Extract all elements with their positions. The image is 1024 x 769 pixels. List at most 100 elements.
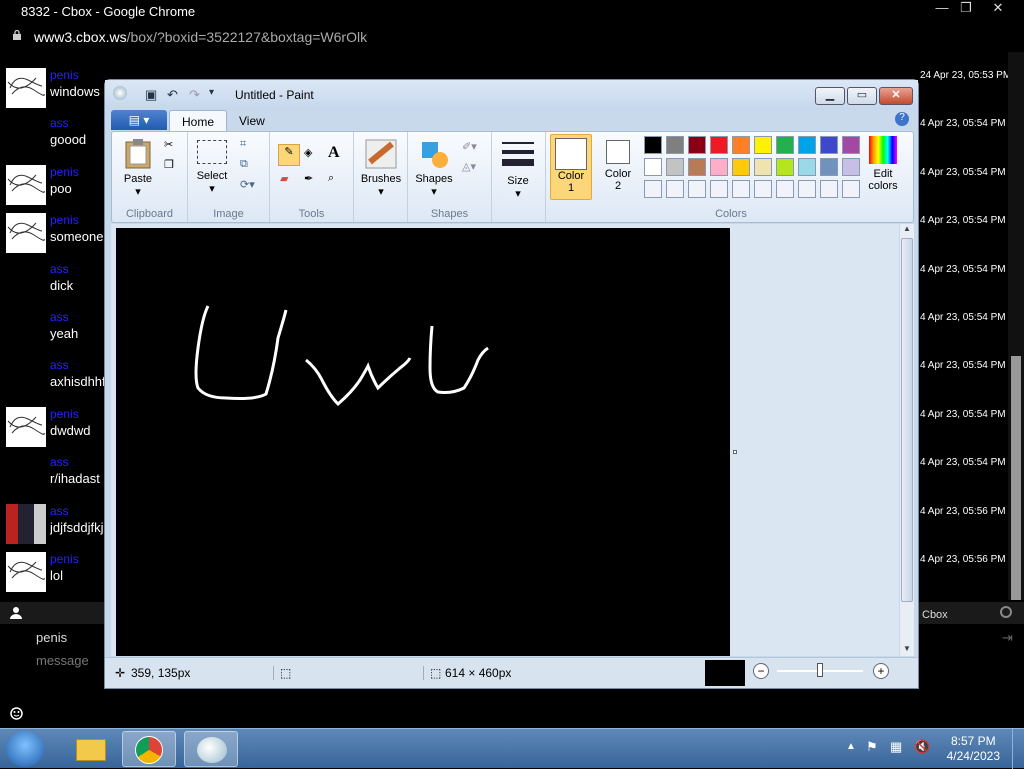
color-swatch[interactable] <box>644 136 662 154</box>
color-swatch[interactable] <box>798 180 816 198</box>
color-swatch[interactable] <box>820 136 838 154</box>
avatar[interactable] <box>6 406 46 447</box>
tab-home[interactable]: Home <box>169 110 228 132</box>
color-swatch[interactable] <box>842 158 860 176</box>
canvas-scrollbar[interactable]: ▲ ▼ <box>900 224 914 656</box>
restore-button[interactable]: ❐ <box>952 0 980 18</box>
taskbar-explorer[interactable] <box>64 731 118 767</box>
chat-username[interactable]: penis <box>50 68 79 82</box>
brushes-button[interactable]: Brushes ▾ <box>360 138 402 198</box>
color-picker-icon[interactable]: ✒ <box>304 172 313 185</box>
pencil-icon[interactable]: ✎ <box>278 144 300 166</box>
color1-button[interactable]: Color 1 <box>550 134 592 200</box>
network-icon[interactable]: ▦ <box>890 739 902 755</box>
text-icon[interactable]: A <box>328 144 340 162</box>
save-icon[interactable]: ▣ <box>145 87 161 103</box>
avatar[interactable] <box>6 503 46 544</box>
color-swatch[interactable] <box>754 136 772 154</box>
color2-button[interactable]: Color 2 <box>598 136 638 192</box>
chat-username[interactable]: ass <box>50 262 69 276</box>
address-bar[interactable]: www3.cbox.ws/box/?boxid=3522127&boxtag=W… <box>0 22 1024 52</box>
color-swatch[interactable] <box>710 180 728 198</box>
select-button[interactable]: Select ▾ <box>192 140 232 195</box>
scroll-up-icon[interactable]: ▲ <box>903 224 911 233</box>
url-text[interactable]: www3.cbox.ws/box/?boxid=3522127&boxtag=W… <box>34 29 367 45</box>
help-icon[interactable]: ? <box>895 112 909 126</box>
chat-username[interactable]: ass <box>50 310 69 324</box>
chat-name-input[interactable]: penis <box>36 630 67 645</box>
magnifier-icon[interactable]: ⌕ <box>328 172 334 185</box>
color-swatch[interactable] <box>644 180 662 198</box>
paint-maximize-button[interactable]: ▭ <box>847 87 877 105</box>
chat-username[interactable]: ass <box>50 358 69 372</box>
volume-icon[interactable]: 🔇 <box>914 739 930 755</box>
zoom-in-icon[interactable]: + <box>873 663 889 679</box>
rotate-icon[interactable]: ⟳▾ <box>240 178 255 191</box>
color-swatch[interactable] <box>820 180 838 198</box>
copy-icon[interactable]: ❐ <box>164 158 174 171</box>
canvas-scroll-thumb[interactable] <box>901 238 913 602</box>
eraser-icon[interactable]: ▰ <box>280 172 288 185</box>
chat-message-input[interactable]: message <box>36 653 89 668</box>
color-swatch[interactable] <box>688 158 706 176</box>
zoom-out-icon[interactable]: − <box>753 663 769 679</box>
redo-icon[interactable]: ↷ <box>189 87 205 103</box>
color-swatch[interactable] <box>644 158 662 176</box>
close-button[interactable]: ✕ <box>984 0 1012 18</box>
outline-icon[interactable]: ✐▾ <box>462 140 477 153</box>
resize-handle[interactable] <box>733 450 737 454</box>
drawing-canvas[interactable] <box>116 228 730 656</box>
taskbar-chrome[interactable] <box>122 731 176 767</box>
avatar[interactable] <box>6 68 46 108</box>
chat-username[interactable]: ass <box>50 455 69 469</box>
color-swatch[interactable] <box>666 180 684 198</box>
person-icon[interactable] <box>10 606 22 620</box>
paint-app-icon[interactable] <box>113 86 127 100</box>
file-menu-button[interactable]: ▤ ▾ <box>111 110 167 130</box>
color-swatch[interactable] <box>842 136 860 154</box>
paint-close-button[interactable]: ✕ <box>879 87 913 105</box>
paint-title-bar[interactable]: ▣ ↶ ↷ ▾ Untitled - Paint ▁ ▭ ✕ <box>105 80 918 110</box>
color-swatch[interactable] <box>666 158 684 176</box>
color-swatch[interactable] <box>688 180 706 198</box>
color-swatch[interactable] <box>776 136 794 154</box>
color-swatch[interactable] <box>798 158 816 176</box>
chat-username[interactable]: penis <box>50 552 79 566</box>
color-swatch[interactable] <box>842 180 860 198</box>
color-swatch[interactable] <box>732 136 750 154</box>
chat-scrollbar[interactable] <box>1008 52 1024 636</box>
crop-icon[interactable]: ⌗ <box>240 138 246 151</box>
action-center-icon[interactable]: ⚑ <box>866 739 878 755</box>
zoom-slider-thumb[interactable] <box>817 663 823 677</box>
color-swatch[interactable] <box>776 158 794 176</box>
customize-dropdown-icon[interactable]: ▾ <box>209 87 225 103</box>
settings-icon[interactable] <box>1000 606 1012 618</box>
paint-minimize-button[interactable]: ▁ <box>815 87 845 105</box>
avatar[interactable] <box>6 164 46 205</box>
cbox-label[interactable]: Cbox <box>922 609 948 621</box>
fill-icon[interactable]: ◈ <box>304 146 312 159</box>
color-swatch[interactable] <box>666 136 684 154</box>
color-swatch[interactable] <box>754 158 772 176</box>
color-swatch[interactable] <box>798 136 816 154</box>
color-swatch[interactable] <box>776 180 794 198</box>
chat-scroll-thumb[interactable] <box>1011 356 1021 636</box>
edit-colors-button[interactable]: Edit colors <box>860 136 906 192</box>
resize-icon[interactable]: ⧉ <box>240 158 248 171</box>
color-swatch[interactable] <box>732 158 750 176</box>
chat-username[interactable]: penis <box>50 165 79 179</box>
tab-view[interactable]: View <box>227 110 277 132</box>
color-swatch[interactable] <box>732 180 750 198</box>
start-button[interactable] <box>6 731 44 767</box>
chat-username[interactable]: ass <box>50 504 69 518</box>
clock[interactable]: 8:57 PM 4/24/2023 <box>947 734 1000 764</box>
avatar[interactable] <box>6 213 46 254</box>
color-swatch[interactable] <box>754 180 772 198</box>
undo-icon[interactable]: ↶ <box>167 87 183 103</box>
color-swatch[interactable] <box>710 136 728 154</box>
tray-expand-icon[interactable]: ▲ <box>846 741 856 752</box>
smiley-icon[interactable] <box>10 707 23 720</box>
shapes-button[interactable]: Shapes ▾ <box>412 138 456 198</box>
chat-username[interactable]: ass <box>50 116 69 130</box>
send-icon[interactable]: ⇥ <box>1002 630 1013 646</box>
